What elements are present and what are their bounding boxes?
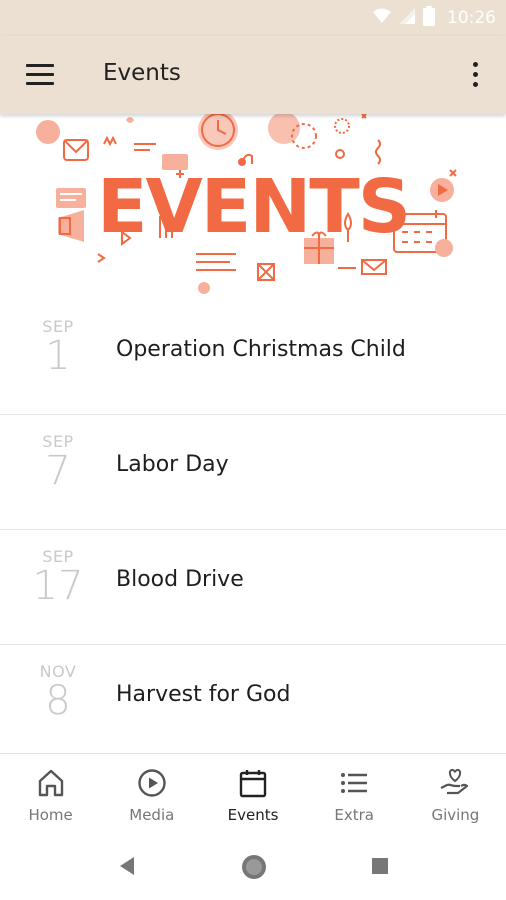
- nav-label: Home: [28, 806, 73, 824]
- event-day: 8: [45, 678, 71, 724]
- status-time: 10:26: [447, 8, 496, 28]
- page-title: Events: [103, 60, 181, 86]
- event-title: Labor Day: [116, 452, 229, 477]
- wifi-icon: [373, 8, 391, 29]
- events-banner-illustration: EVENTS: [36, 114, 457, 294]
- event-day: 7: [45, 448, 71, 494]
- battery-icon: [423, 5, 435, 31]
- play-circle-icon: [138, 769, 166, 797]
- more-vert-icon[interactable]: [463, 60, 487, 90]
- home-icon: [38, 769, 63, 797]
- recents-icon[interactable]: [370, 856, 390, 876]
- giving-hand-icon: [440, 768, 469, 795]
- system-navigation-bar: [0, 836, 506, 900]
- nav-media[interactable]: Media: [101, 754, 202, 837]
- event-date: SEP 17: [28, 548, 88, 609]
- nav-extra[interactable]: Extra: [304, 754, 405, 837]
- nav-giving[interactable]: Giving: [405, 754, 506, 837]
- signal-icon: [399, 7, 415, 29]
- list-item[interactable]: NOV 8 Harvest for God: [0, 645, 506, 760]
- nav-events[interactable]: Events: [202, 754, 303, 837]
- nav-label: Extra: [334, 806, 375, 824]
- event-day: 1: [45, 333, 71, 379]
- nav-home[interactable]: Home: [0, 754, 101, 837]
- event-date: SEP 7: [28, 433, 88, 494]
- event-title: Blood Drive: [116, 567, 244, 592]
- event-title: Harvest for God: [116, 682, 291, 707]
- list-icon: [341, 773, 368, 793]
- event-day: 17: [32, 563, 84, 609]
- status-icons: 10:26: [373, 0, 496, 36]
- event-list: SEP 1 Operation Christmas Child SEP 7 La…: [0, 300, 506, 760]
- hamburger-menu-icon[interactable]: [26, 64, 54, 86]
- events-banner: EVENTS: [0, 114, 506, 300]
- event-date: NOV 8: [28, 663, 88, 724]
- nav-label: Events: [227, 806, 279, 824]
- banner-title: EVENTS: [97, 164, 409, 250]
- event-date: SEP 1: [28, 318, 88, 379]
- nav-label: Giving: [431, 806, 480, 824]
- bottom-navigation: Home Media Events Extra Giving: [0, 753, 506, 837]
- nav-label: Media: [129, 806, 175, 824]
- list-item[interactable]: SEP 1 Operation Christmas Child: [0, 300, 506, 415]
- status-bar: 10:26: [0, 0, 506, 36]
- event-title: Operation Christmas Child: [116, 337, 406, 362]
- list-item[interactable]: SEP 7 Labor Day: [0, 415, 506, 530]
- app-bar: Events: [0, 36, 506, 114]
- back-icon[interactable]: [116, 854, 138, 878]
- home-circle-icon[interactable]: [240, 853, 268, 881]
- list-item[interactable]: SEP 17 Blood Drive: [0, 530, 506, 645]
- calendar-icon: [239, 770, 267, 798]
